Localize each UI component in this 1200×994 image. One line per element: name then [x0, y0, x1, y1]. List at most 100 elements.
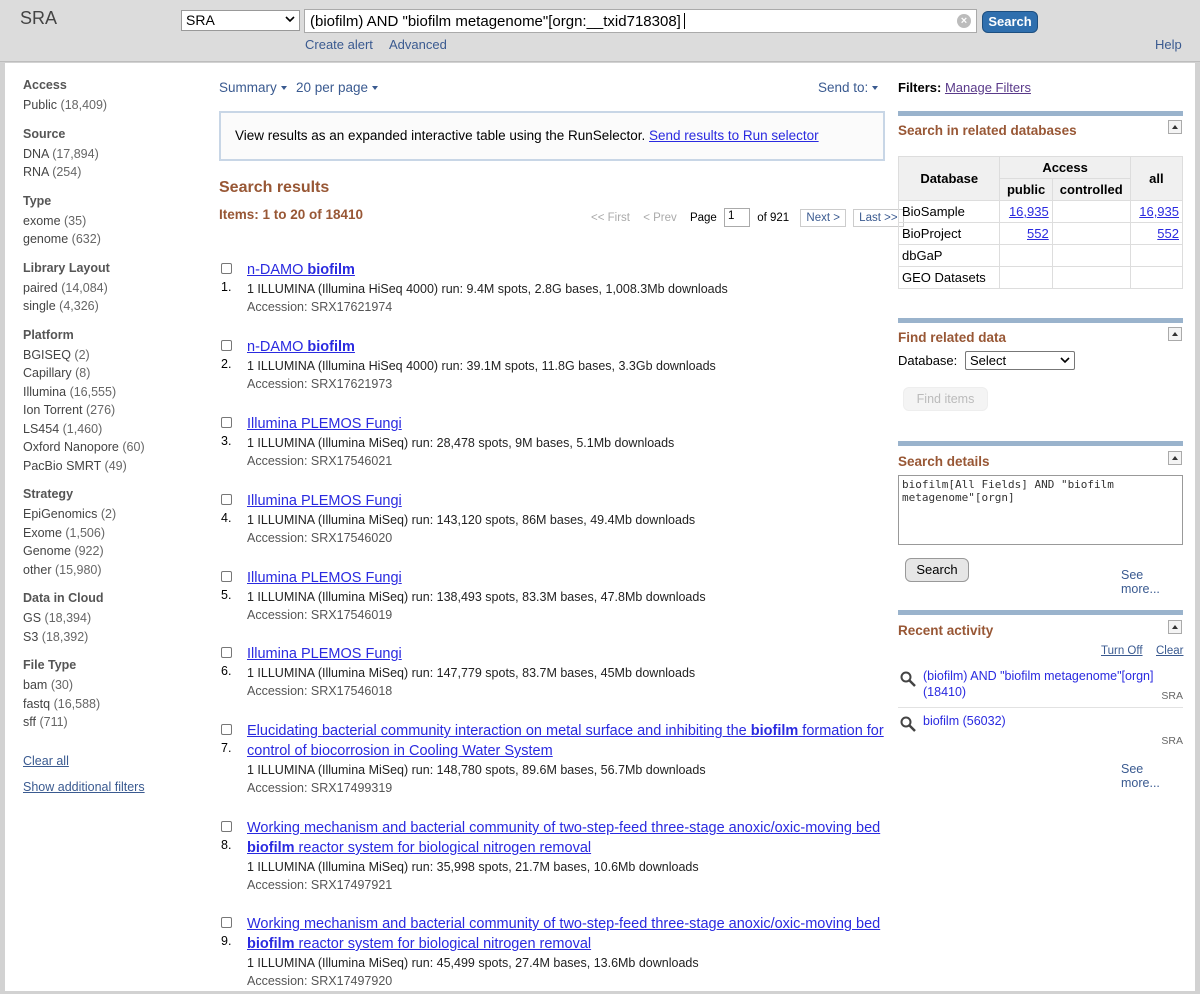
- title-text: n-DAMO: [247, 339, 308, 355]
- facet-item[interactable]: single (4,326): [23, 297, 193, 316]
- facet-item[interactable]: Public (18,409): [23, 96, 193, 115]
- database-select[interactable]: SRA: [181, 10, 300, 31]
- text-caret: [683, 13, 685, 29]
- advanced-search-link[interactable]: Advanced: [389, 37, 447, 52]
- related-database-select[interactable]: Select: [965, 351, 1075, 370]
- result-title-link[interactable]: Working mechanism and bacterial communit…: [247, 914, 887, 954]
- result-title-link[interactable]: Elucidating bacterial community interact…: [247, 721, 887, 761]
- result-checkbox[interactable]: [221, 571, 232, 582]
- search-button[interactable]: Search: [982, 11, 1038, 33]
- next-page-button[interactable]: Next >: [800, 208, 846, 227]
- facet-item[interactable]: GS (18,394): [23, 609, 193, 628]
- activity-database: SRA: [1161, 735, 1183, 747]
- clear-all-link[interactable]: Clear all: [23, 754, 193, 768]
- title-text: Elucidating bacterial community interact…: [247, 723, 751, 739]
- collapse-icon[interactable]: [1168, 120, 1182, 134]
- result-checkbox[interactable]: [221, 417, 232, 428]
- activity-item[interactable]: biofilm (56032) SRA: [898, 713, 1183, 747]
- facet-item[interactable]: RNA (254): [23, 163, 193, 182]
- related-db-name: BioProject: [897, 222, 1001, 245]
- related-db-row: BioSample 16,935 16,935: [897, 200, 1184, 223]
- create-alert-link[interactable]: Create alert: [305, 37, 373, 52]
- clear-search-icon[interactable]: ×: [957, 14, 971, 28]
- facet-item[interactable]: genome (632): [23, 230, 193, 249]
- related-database-value: Select: [970, 353, 1007, 368]
- result-item: 4. Illumina PLEMOS Fungi 1 ILLUMINA (Illum…: [219, 491, 887, 551]
- details-search-button[interactable]: Search: [905, 558, 969, 582]
- result-checkbox[interactable]: [221, 494, 232, 505]
- prev-page-link[interactable]: < Prev: [643, 212, 677, 224]
- facet-item[interactable]: Exome (1,506): [23, 524, 193, 543]
- col-all-header: all: [1129, 156, 1184, 201]
- facet-item[interactable]: DNA (17,894): [23, 145, 193, 164]
- result-checkbox[interactable]: [221, 821, 232, 832]
- result-title-link[interactable]: Illumina PLEMOS Fungi: [247, 568, 887, 588]
- result-checkbox[interactable]: [221, 340, 232, 351]
- see-more-details-link[interactable]: See more...: [1121, 568, 1183, 596]
- activity-query-link[interactable]: (biofilm) AND "biofilm metagenome"[orgn]…: [923, 668, 1168, 700]
- see-more-activity-link[interactable]: See more...: [1121, 762, 1183, 790]
- turn-off-link[interactable]: Turn Off: [1101, 645, 1143, 657]
- result-checkbox[interactable]: [221, 724, 232, 735]
- related-db-public-link[interactable]: 552: [1027, 226, 1049, 241]
- app-logo[interactable]: SRA: [20, 8, 57, 29]
- facet-label: Genome: [23, 544, 71, 558]
- facet-item[interactable]: S3 (18,392): [23, 628, 193, 647]
- help-link[interactable]: Help: [1155, 37, 1182, 52]
- facet-item[interactable]: Ion Torrent (276): [23, 401, 193, 420]
- result-checkbox[interactable]: [221, 917, 232, 928]
- manage-filters-link[interactable]: Manage Filters: [945, 80, 1031, 95]
- result-item: 2. n-DAMO biofilm 1 ILLUMINA (Illumina HiS…: [219, 337, 887, 397]
- send-to-run-selector-link[interactable]: Send results to Run selector: [649, 128, 819, 143]
- first-page-link[interactable]: << First: [591, 212, 630, 224]
- last-page-button[interactable]: Last >>: [853, 208, 904, 227]
- facet-item[interactable]: EpiGenomics (2): [23, 505, 193, 524]
- result-title-link[interactable]: Illumina PLEMOS Fungi: [247, 644, 887, 664]
- related-db-public-cell: [999, 244, 1053, 267]
- facet-item[interactable]: Capillary (8): [23, 364, 193, 383]
- facet-item[interactable]: PacBio SMRT (49): [23, 457, 193, 476]
- summary-format-menu[interactable]: Summary: [219, 80, 287, 95]
- facet-item[interactable]: Genome (922): [23, 542, 193, 561]
- result-title-link[interactable]: Illumina PLEMOS Fungi: [247, 491, 887, 511]
- find-items-button[interactable]: Find items: [903, 387, 988, 411]
- page-number-input[interactable]: 1: [724, 208, 751, 227]
- facet-item[interactable]: sff (711): [23, 713, 193, 732]
- related-db-all-link[interactable]: 16,935: [1139, 204, 1179, 219]
- result-item: 8. Working mechanism and bacterial commun…: [219, 818, 887, 898]
- facet-group: Data in Cloud GS (18,394) S3 (18,392): [23, 591, 193, 646]
- per-page-menu[interactable]: 20 per page: [296, 80, 379, 95]
- related-db-public-link[interactable]: 16,935: [1009, 204, 1049, 219]
- activity-item[interactable]: (biofilm) AND "biofilm metagenome"[orgn]…: [898, 668, 1183, 708]
- result-item: 6. Illumina PLEMOS Fungi 1 ILLUMINA (Illum…: [219, 644, 887, 704]
- result-number: 6.: [221, 664, 232, 678]
- result-title-link[interactable]: Illumina PLEMOS Fungi: [247, 414, 887, 434]
- activity-query-link[interactable]: biofilm (56032): [923, 713, 1168, 729]
- result-title-link[interactable]: Working mechanism and bacterial communit…: [247, 818, 887, 858]
- search-details-textarea[interactable]: biofilm[All Fields] AND "biofilm metagen…: [898, 475, 1183, 545]
- result-checkbox[interactable]: [221, 263, 232, 274]
- result-title-link[interactable]: n-DAMO biofilm: [247, 337, 887, 357]
- related-db-all-link[interactable]: 552: [1157, 226, 1179, 241]
- recent-activity-title: Recent activity: [898, 623, 994, 638]
- facet-item[interactable]: bam (30): [23, 676, 193, 695]
- facet-item[interactable]: fastq (16,588): [23, 695, 193, 714]
- facet-item[interactable]: Oxford Nanopore (60): [23, 438, 193, 457]
- result-checkbox[interactable]: [221, 647, 232, 658]
- show-additional-filters-link[interactable]: Show additional filters: [23, 780, 193, 794]
- collapse-icon[interactable]: [1168, 451, 1182, 465]
- result-title-link[interactable]: n-DAMO biofilm: [247, 260, 887, 280]
- facet-item[interactable]: Illumina (16,555): [23, 383, 193, 402]
- facet-item[interactable]: paired (14,084): [23, 279, 193, 298]
- facet-item[interactable]: BGISEQ (2): [23, 346, 193, 365]
- collapse-icon[interactable]: [1168, 620, 1182, 634]
- facet-item[interactable]: exome (35): [23, 212, 193, 231]
- facet-label: exome: [23, 213, 61, 228]
- search-input[interactable]: (biofilm) AND "biofilm metagenome"[orgn:…: [304, 9, 977, 33]
- facet-count: (254): [52, 165, 82, 179]
- facet-item[interactable]: LS454 (1,460): [23, 420, 193, 439]
- send-to-menu[interactable]: Send to:: [818, 80, 879, 95]
- collapse-icon[interactable]: [1168, 327, 1182, 341]
- clear-activity-link[interactable]: Clear: [1156, 645, 1183, 657]
- facet-item[interactable]: other (15,980): [23, 561, 193, 580]
